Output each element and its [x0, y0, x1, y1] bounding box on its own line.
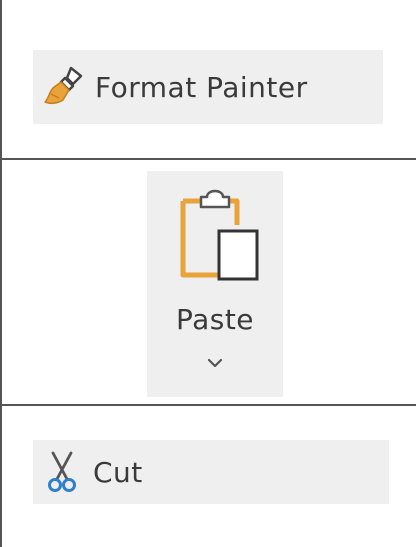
scissors-icon	[47, 449, 77, 495]
paintbrush-icon	[41, 64, 87, 110]
cut-button[interactable]: Cut	[33, 440, 389, 504]
format-painter-button[interactable]: Format Painter	[33, 50, 383, 124]
paste-label: Paste	[175, 303, 255, 336]
format-painter-label: Format Painter	[95, 70, 308, 104]
chevron-down-icon[interactable]	[206, 357, 224, 369]
paste-button[interactable]: Paste	[147, 171, 283, 397]
cut-label: Cut	[93, 455, 143, 489]
clipboard-icon	[175, 185, 261, 283]
